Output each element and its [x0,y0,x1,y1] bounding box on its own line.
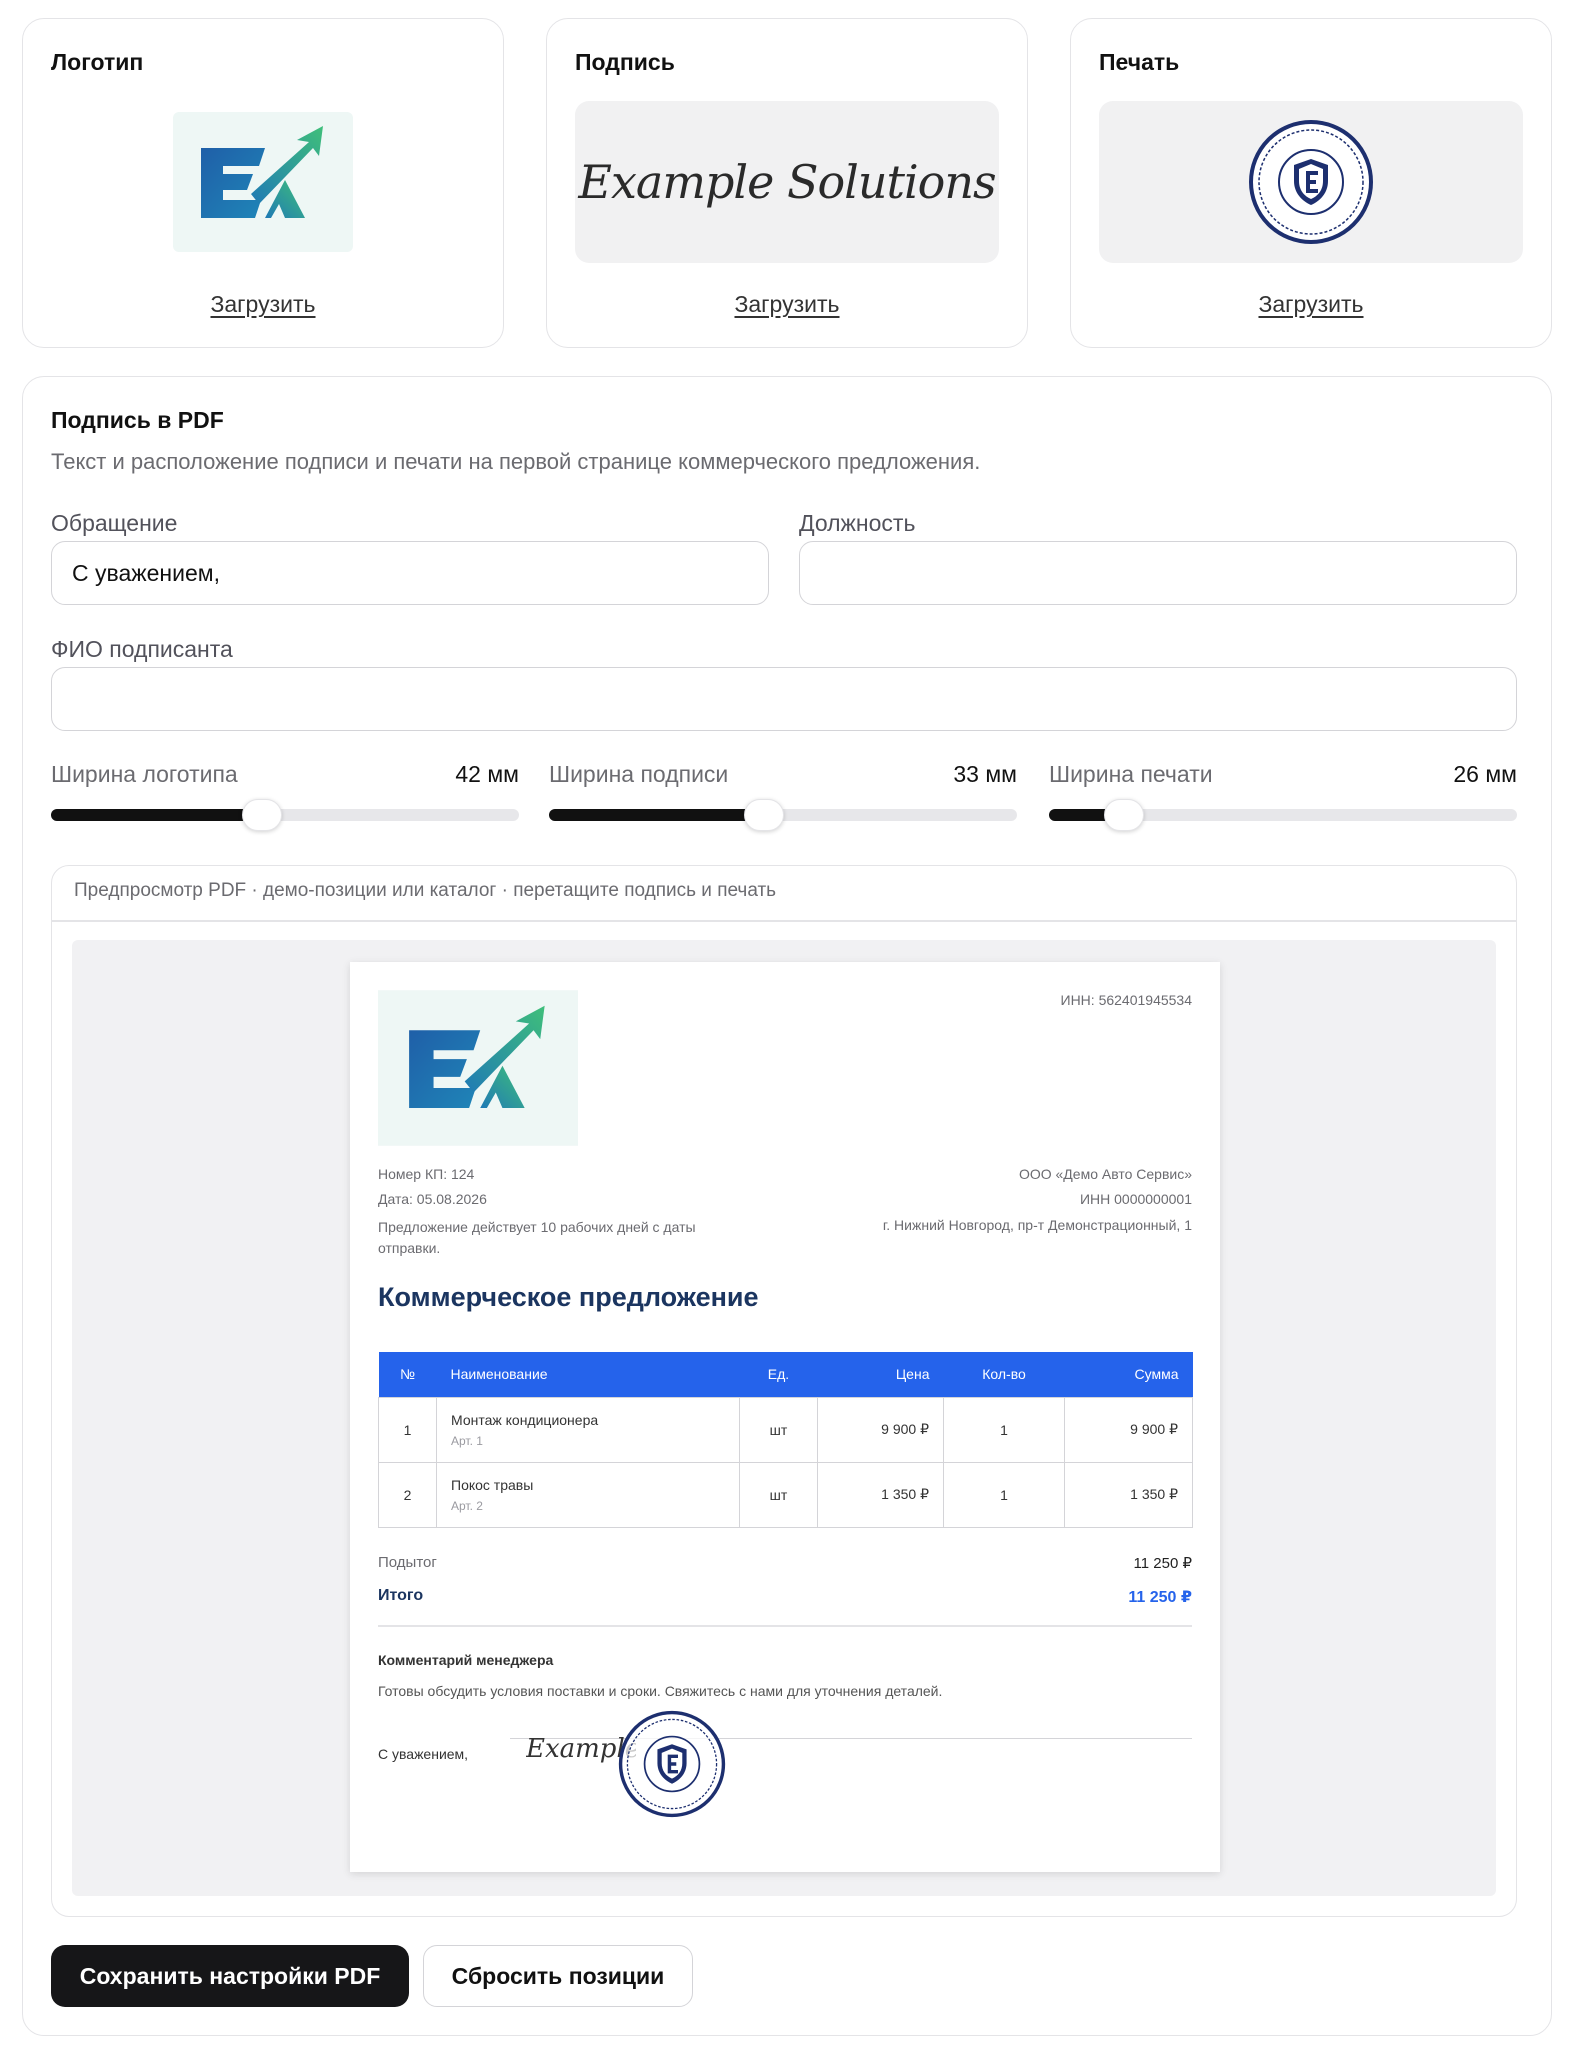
pdf-preview-frame: Предпросмотр PDF · демо-позиции или ката… [51,865,1517,1917]
ek-logo-icon [173,112,353,252]
pdf-comment-title: Комментарий менеджера [378,1652,554,1668]
section-title: Подпись в PDF [51,407,224,433]
slider-fill [51,809,262,821]
pdf-signature-settings-card: Подпись в PDF Текст и расположение подпи… [22,376,1552,2036]
section-subtitle: Текст и расположение подписи и печати на… [51,449,981,474]
greeting-input[interactable] [51,541,769,605]
pdf-subtotal-value: 11 250 ₽ [1133,1555,1192,1572]
pdf-preview-caption: Предпросмотр PDF · демо-позиции или ката… [74,880,777,901]
signer-name-input[interactable] [51,667,1517,731]
logo-width-label: Ширина логотипа [51,761,238,787]
th-qty: Кол-во [943,1352,1065,1397]
signature-upload-link[interactable]: Загрузить [547,291,1027,318]
item-name: Покос травы [451,1476,534,1493]
cell-qty: 1 [943,1396,1065,1463]
slider-thumb[interactable] [744,799,784,831]
pdf-page: ИНН: 562401945534 Номер КП: 124 Дата: 05… [350,962,1220,1872]
position-label: Должность [799,510,916,536]
cell-price: 9 900 ₽ [817,1396,944,1463]
save-pdf-settings-button[interactable]: Сохранить настройки PDF [51,1945,409,2007]
greeting-label: Обращение [51,510,178,536]
signature-image: Example Solutions [578,155,996,209]
pdf-inn-top: ИНН: 562401945534 [1060,992,1193,1008]
logo-upload-link[interactable]: Загрузить [23,291,503,318]
pdf-date: Дата: 05.08.2026 [378,1191,487,1207]
pdf-greeting: С уважением, [378,1746,469,1762]
pdf-items-table: № Наименование Ед. Цена Кол-во Сумма 1 М… [378,1352,1193,1528]
slider-thumb[interactable] [242,799,282,831]
stamp-width-value: 26 мм [1453,761,1517,787]
pdf-preview-canvas: ИНН: 562401945534 Номер КП: 124 Дата: 05… [72,940,1496,1896]
logo-preview [51,101,475,263]
cell-qty: 1 [943,1461,1065,1528]
cell-unit: шт [739,1396,818,1463]
cell-sum: 9 900 ₽ [1064,1396,1193,1463]
cell-sum: 1 350 ₽ [1064,1461,1193,1528]
signer-name-label: ФИО подписанта [51,636,233,662]
cell-name: Покос травы Арт. 2 [436,1461,740,1528]
stamp-preview [1099,101,1523,263]
stamp-width-slider[interactable] [1049,795,1517,835]
reset-positions-button[interactable]: Сбросить позиции [423,1945,693,2007]
pdf-comment-text: Готовы обсудить условия поставки и сроки… [378,1683,943,1699]
stamp-upload-link[interactable]: Загрузить [1071,291,1551,318]
signature-width-label: Ширина подписи [549,761,729,787]
pdf-client-inn: ИНН 0000000001 [1079,1191,1192,1207]
item-name: Монтаж кондиционера [451,1411,599,1428]
stamp-width-label: Ширина печати [1049,761,1213,787]
slider-thumb[interactable] [1104,799,1144,831]
pdf-client-name: ООО «Демо Авто Сервис» [1018,1166,1192,1182]
table-row: 2 Покос травы Арт. 2 шт 1 350 ₽ 1 1 350 … [378,1461,1193,1528]
pdf-logo-icon[interactable] [378,990,578,1146]
logo-card-title: Логотип [51,49,144,75]
stamp-icon [1249,120,1373,244]
logo-width-slider[interactable] [51,795,519,835]
signature-card-title: Подпись [575,49,675,75]
th-sum: Сумма [1064,1352,1193,1397]
signature-width-slider[interactable] [549,795,1017,835]
cell-unit: шт [739,1461,818,1528]
cell-price: 1 350 ₽ [817,1461,944,1528]
table-row: 1 Монтаж кондиционера Арт. 1 шт 9 900 ₽ … [378,1396,1193,1463]
th-number: № [378,1352,437,1397]
pdf-client-address: г. Нижний Новгород, пр-т Демонстрационны… [882,1217,1192,1233]
signature-upload-card: Подпись Example Solutions Загрузить [546,18,1028,348]
stamp-upload-card: Печать Загрузить [1070,18,1552,348]
cell-name: Монтаж кондиционера Арт. 1 [436,1396,740,1463]
stamp-card-title: Печать [1099,49,1180,75]
pdf-document-title: Коммерческое предложение [378,1282,759,1312]
pdf-validity: Предложение действует 10 рабочих дней с … [378,1219,696,1256]
th-unit: Ед. [739,1352,818,1397]
cell-number: 2 [378,1461,437,1528]
preview-divider [52,920,1516,922]
position-input[interactable] [799,541,1517,605]
pdf-subtotal-label: Подытог [378,1554,437,1571]
pdf-divider [378,1625,1192,1627]
logo-upload-card: Логотип Загрузить [22,18,504,348]
cell-number: 1 [378,1396,437,1463]
pdf-stamp-icon[interactable] [618,1710,726,1818]
signature-preview: Example Solutions [575,101,999,263]
pdf-total-value: 11 250 ₽ [1128,1589,1192,1606]
pdf-kp-number: Номер КП: 124 [378,1166,475,1182]
item-article: Арт. 1 [451,1433,483,1448]
signature-width-value: 33 мм [953,761,1017,787]
pdf-total-label: Итого [378,1587,424,1604]
th-name: Наименование [436,1352,740,1397]
logo-width-value: 42 мм [455,761,519,787]
item-article: Арт. 2 [451,1498,483,1513]
th-price: Цена [817,1352,944,1397]
slider-fill [549,809,764,821]
